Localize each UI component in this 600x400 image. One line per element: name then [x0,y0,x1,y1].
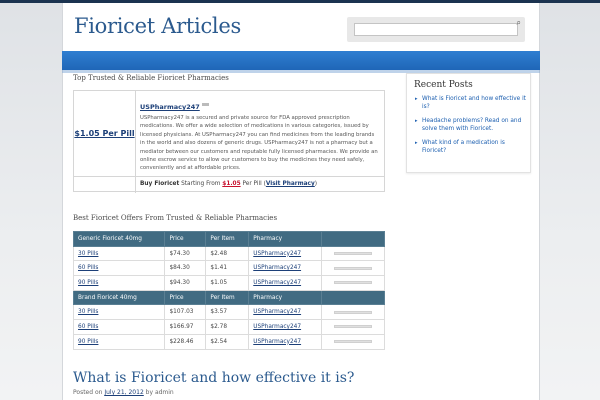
pharmacy-link[interactable]: USPharmacy247 [253,280,301,286]
table-row: 90 Pills $94.30 $1.05 USPharmacy247 [72,275,385,291]
buy-button[interactable] [334,266,373,270]
header-product: Brand Fioricet 40mg [72,289,166,306]
buy-prefix: Buy Fioricet [140,181,180,187]
price-cell: $94.30 [164,275,207,291]
buy-button[interactable] [334,325,373,329]
site-title[interactable]: Fioricet Articles [74,14,241,38]
per-item-cell: $1.41 [205,260,250,277]
table-row: 30 Pills $74.30 $2.48 USPharmacy247 [72,245,385,262]
per-item-cell: $2.54 [205,333,250,350]
arrow-right-icon: ▸ [415,96,418,102]
pharmacy-buy-text: Buy Fioricet Starting From $1.05 Per Pil… [140,181,317,187]
price-cell: $228.46 [164,333,207,350]
pharmacy-name-link[interactable]: USPharmacy247 [140,103,200,111]
recent-post-link[interactable]: ▸ What kind of a medication is Fioricet? [415,139,527,155]
pharmacy-info: USPharmacy247 USPharmacy247 is a secured… [140,94,380,173]
buy-button[interactable] [334,310,373,314]
header-per-item: Per Item [205,289,250,306]
header-pharmacy: Pharmacy [248,289,323,306]
pharmacy-link[interactable]: USPharmacy247 [253,251,301,257]
recent-post-label: What is Fioricet and how effective it is… [422,96,526,110]
recent-post-label: What kind of a medication is Fioricet? [422,140,505,154]
table-row: 60 Pills $84.30 $1.41 USPharmacy247 [72,260,385,277]
recent-post-label: Headache problems? Read on and solve the… [422,118,522,132]
header-action [321,231,385,247]
pharmacy-description: USPharmacy247 is a secured and private s… [140,115,378,172]
buy-button[interactable] [334,281,373,285]
per-item-cell: $1.05 [205,275,250,291]
table-header-row: Generic Fioricet 40mg Price Per Item Pha… [72,231,385,247]
offers-title: Best Fioricet Offers From Trusted & Reli… [73,214,278,222]
pharmacy-link[interactable]: USPharmacy247 [253,309,301,315]
per-item-cell: $2.48 [205,245,250,262]
recent-post-link[interactable]: ▸ Headache problems? Read on and solve th… [415,117,527,133]
header-per-item: Per Item [205,231,250,247]
per-item-cell: $3.57 [205,304,250,321]
price-cell: $166.97 [164,319,207,335]
buy-from-text: Starting From [179,181,223,187]
per-item-cell: $2.78 [205,319,250,335]
table-header-row: Brand Fioricet 40mg Price Per Item Pharm… [72,289,385,306]
search-icon[interactable]: ⌕ [517,18,521,28]
arrow-right-icon: ▸ [415,118,418,124]
visit-pharmacy-link[interactable]: Visit Pharmacy [266,181,315,187]
pharmacy-buy-row: Buy Fioricet Starting From $1.05 Per Pil… [74,176,384,193]
pills-link[interactable]: 90 Pills [78,280,98,286]
header-pharmacy: Pharmacy [248,231,323,247]
pharmacy-price-cell: $1.05 Per Pill [74,91,136,176]
search-input[interactable] [354,23,518,36]
header-action [321,289,385,306]
buy-button[interactable] [334,252,373,256]
main-content: Top Trusted & Reliable Fioricet Pharmaci… [72,74,385,350]
price-cell: $74.30 [164,245,207,262]
pharmacy-link[interactable]: USPharmacy247 [253,339,301,345]
offers-table: Generic Fioricet 40mg Price Per Item Pha… [72,231,385,350]
post-title-link[interactable]: What is Fioricet and how effective it is… [73,370,354,386]
buy-button[interactable] [334,340,373,344]
header-price: Price [164,231,207,247]
table-row: 90 Pills $228.46 $2.54 USPharmacy247 [72,333,385,350]
pills-link[interactable]: 90 Pills [78,339,98,345]
buy-suffix-text: ) [314,181,318,187]
recent-posts-widget: Recent Posts ▸ What is Fioricet and how e… [406,73,531,173]
table-row: 30 Pills $107.03 $3.57 USPharmacy247 [72,304,385,321]
nav-bar [62,51,540,70]
pharmacy-link[interactable]: USPharmacy247 [253,265,301,271]
buy-per-pill-text: Per Pill ( [240,181,266,187]
price-cell: $107.03 [164,304,207,321]
recent-posts-list: ▸ What is Fioricet and how effective it i… [415,95,527,161]
pharmacy-buy-spacer [74,177,136,193]
pharmacy-link[interactable]: USPharmacy247 [253,324,301,330]
pills-link[interactable]: 30 Pills [78,309,98,315]
buy-price-link[interactable]: $1.05 [222,181,240,187]
pills-link[interactable]: 60 Pills [78,265,98,271]
pharmacy-price-link[interactable]: $1.05 Per Pill [74,129,134,138]
header-price: Price [164,289,207,306]
rating-badge-icon [201,103,209,106]
post-meta-prefix: Posted on [73,389,105,396]
table-row: 60 Pills $166.97 $2.78 USPharmacy247 [72,319,385,335]
post-date-link[interactable]: July 21, 2012 [104,389,143,396]
post-author: by admin [143,389,174,396]
recent-posts-title: Recent Posts [414,80,473,90]
price-cell: $84.30 [164,260,207,277]
post-meta: Posted on July 21, 2012 by admin [73,389,174,396]
pills-link[interactable]: 60 Pills [78,324,98,330]
header-product: Generic Fioricet 40mg [72,231,166,247]
recent-post-link[interactable]: ▸ What is Fioricet and how effective it i… [415,95,527,111]
search-box: ⌕ [347,17,525,42]
arrow-right-icon: ▸ [415,140,418,146]
pharmacy-listing: $1.05 Per Pill USPharmacy247 USPharmacy2… [73,90,385,193]
pharmacies-section-title: Top Trusted & Reliable Fioricet Pharmaci… [73,74,229,82]
pills-link[interactable]: 30 Pills [78,251,98,257]
